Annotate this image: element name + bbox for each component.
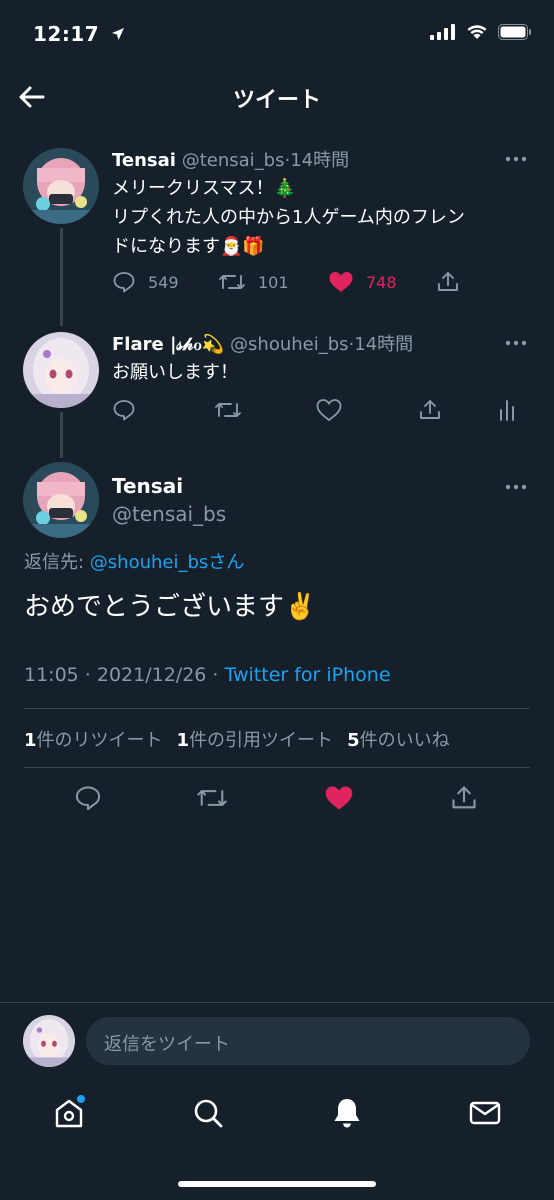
- retweet-icon: [215, 403, 241, 417]
- tweet-text-line: ドになります🎅🎁: [112, 236, 265, 257]
- reply-count: 549: [148, 272, 179, 292]
- tweet-actions: [112, 398, 516, 422]
- reply-button[interactable]: [74, 784, 102, 812]
- like-button[interactable]: [316, 398, 418, 422]
- status-bar: 12:17: [0, 0, 554, 66]
- retweet-icon: [219, 275, 245, 289]
- main-author-name[interactable]: Tensai: [112, 474, 183, 498]
- thread-connector: [60, 412, 63, 458]
- location-arrow-icon: [111, 28, 124, 40]
- tab-search[interactable]: [190, 1095, 226, 1131]
- status-time: 12:17: [33, 22, 125, 46]
- share-button[interactable]: [450, 784, 478, 812]
- divider: [24, 767, 530, 768]
- main-tweet-text: おめでとうございます✌️: [24, 592, 317, 622]
- home-icon: [55, 1095, 85, 1128]
- tweet-stats: 1件のリツイート 1件の引用ツイート 5件のいいね: [24, 726, 450, 752]
- tab-notifications[interactable]: [329, 1095, 365, 1131]
- reply-prefix: 返信先:: [24, 552, 90, 573]
- more-icon[interactable]: [504, 155, 528, 163]
- more-icon[interactable]: [504, 339, 528, 347]
- my-avatar[interactable]: [23, 1015, 75, 1067]
- like-icon: [329, 272, 353, 292]
- retweet-icon: [197, 790, 227, 806]
- like-icon: [325, 786, 353, 810]
- more-icon[interactable]: [504, 483, 528, 491]
- quote-tweets-stat[interactable]: 1件の引用ツイート: [177, 726, 334, 752]
- tweet-actions: 549 101 748: [112, 270, 460, 294]
- like-button[interactable]: [324, 784, 354, 812]
- home-indicator: [178, 1181, 376, 1187]
- like-button[interactable]: 748: [328, 270, 436, 294]
- bottom-bar: 返信をツイート: [0, 1002, 554, 1200]
- share-icon: [420, 400, 440, 419]
- avatar-flare[interactable]: [23, 332, 99, 408]
- wifi-icon: [467, 25, 487, 39]
- tab-home[interactable]: [51, 1095, 87, 1131]
- tweet-source-link[interactable]: Twitter for iPhone: [225, 664, 391, 686]
- share-button[interactable]: [418, 398, 498, 422]
- messages-icon: [469, 1101, 501, 1125]
- replying-to: 返信先: @shouhei_bsさん: [24, 548, 244, 574]
- tweet-text-line: メリークリスマス！🎄: [112, 178, 296, 199]
- reply-button[interactable]: 549: [112, 270, 218, 294]
- retweet-button[interactable]: [196, 784, 228, 812]
- tweet-author-handle[interactable]: @shouhei_bs: [230, 334, 349, 355]
- thread-connector: [60, 228, 63, 326]
- divider: [24, 708, 530, 709]
- like-icon: [316, 399, 342, 422]
- retweets-stat[interactable]: 1件のリツイート: [24, 726, 163, 752]
- tweet-author-handle[interactable]: @tensai_bs: [182, 150, 285, 171]
- reply-icon: [113, 272, 135, 293]
- retweet-button[interactable]: [214, 398, 316, 422]
- share-icon: [438, 272, 458, 291]
- tweet-author-name[interactable]: Tensai: [112, 150, 176, 171]
- analytics-button[interactable]: [498, 398, 516, 422]
- tweet-timestamp: 11:05 · 2021/12/26 ·: [24, 664, 225, 686]
- tweet-time: 14時間: [354, 334, 414, 355]
- likes-stat[interactable]: 5件のいいね: [347, 726, 450, 752]
- avatar-tensai-main[interactable]: [23, 462, 99, 538]
- reply-icon: [75, 786, 101, 811]
- notifications-icon: [334, 1099, 360, 1128]
- reply-icon: [113, 400, 135, 421]
- battery-icon: [498, 24, 531, 40]
- reply-user-link[interactable]: @shouhei_bs: [90, 552, 209, 573]
- cellular-signal-icon: [430, 24, 455, 40]
- status-indicators: [430, 24, 532, 40]
- reply-button[interactable]: [112, 398, 214, 422]
- tweet-text-line: リプくれた人の中から1人ゲーム内のフレン: [112, 207, 465, 228]
- reply-suffix: さん: [208, 552, 245, 573]
- share-icon: [452, 786, 476, 809]
- search-icon: [194, 1099, 223, 1128]
- retweet-count: 101: [258, 272, 289, 292]
- analytics-icon: [500, 400, 514, 421]
- tab-messages[interactable]: [467, 1095, 503, 1131]
- avatar-tensai[interactable]: [23, 148, 99, 224]
- navigation-bar: ツイート: [0, 66, 554, 128]
- tweet-meta: 11:05 · 2021/12/26 · Twitter for iPhone: [24, 664, 391, 686]
- like-count: 748: [366, 272, 397, 292]
- retweet-button[interactable]: 101: [218, 270, 328, 294]
- main-tweet-actions: [0, 782, 554, 822]
- tweet-author-name[interactable]: Flare |𝓈𝒽ℴ💫: [112, 334, 224, 355]
- tweet-text: お願いします！: [112, 362, 238, 383]
- page-title: ツイート: [232, 88, 321, 113]
- tweet-text: メリークリスマス！🎄 リプくれた人の中から1人ゲーム内のフレン ドになります🎅🎁: [112, 174, 465, 261]
- main-author-handle[interactable]: @tensai_bs: [112, 502, 226, 526]
- reply-placeholder: 返信をツイート: [104, 1034, 230, 1055]
- share-button[interactable]: [436, 270, 460, 294]
- tweet-time: 14時間: [290, 150, 350, 171]
- reply-input[interactable]: 返信をツイート: [86, 1017, 530, 1065]
